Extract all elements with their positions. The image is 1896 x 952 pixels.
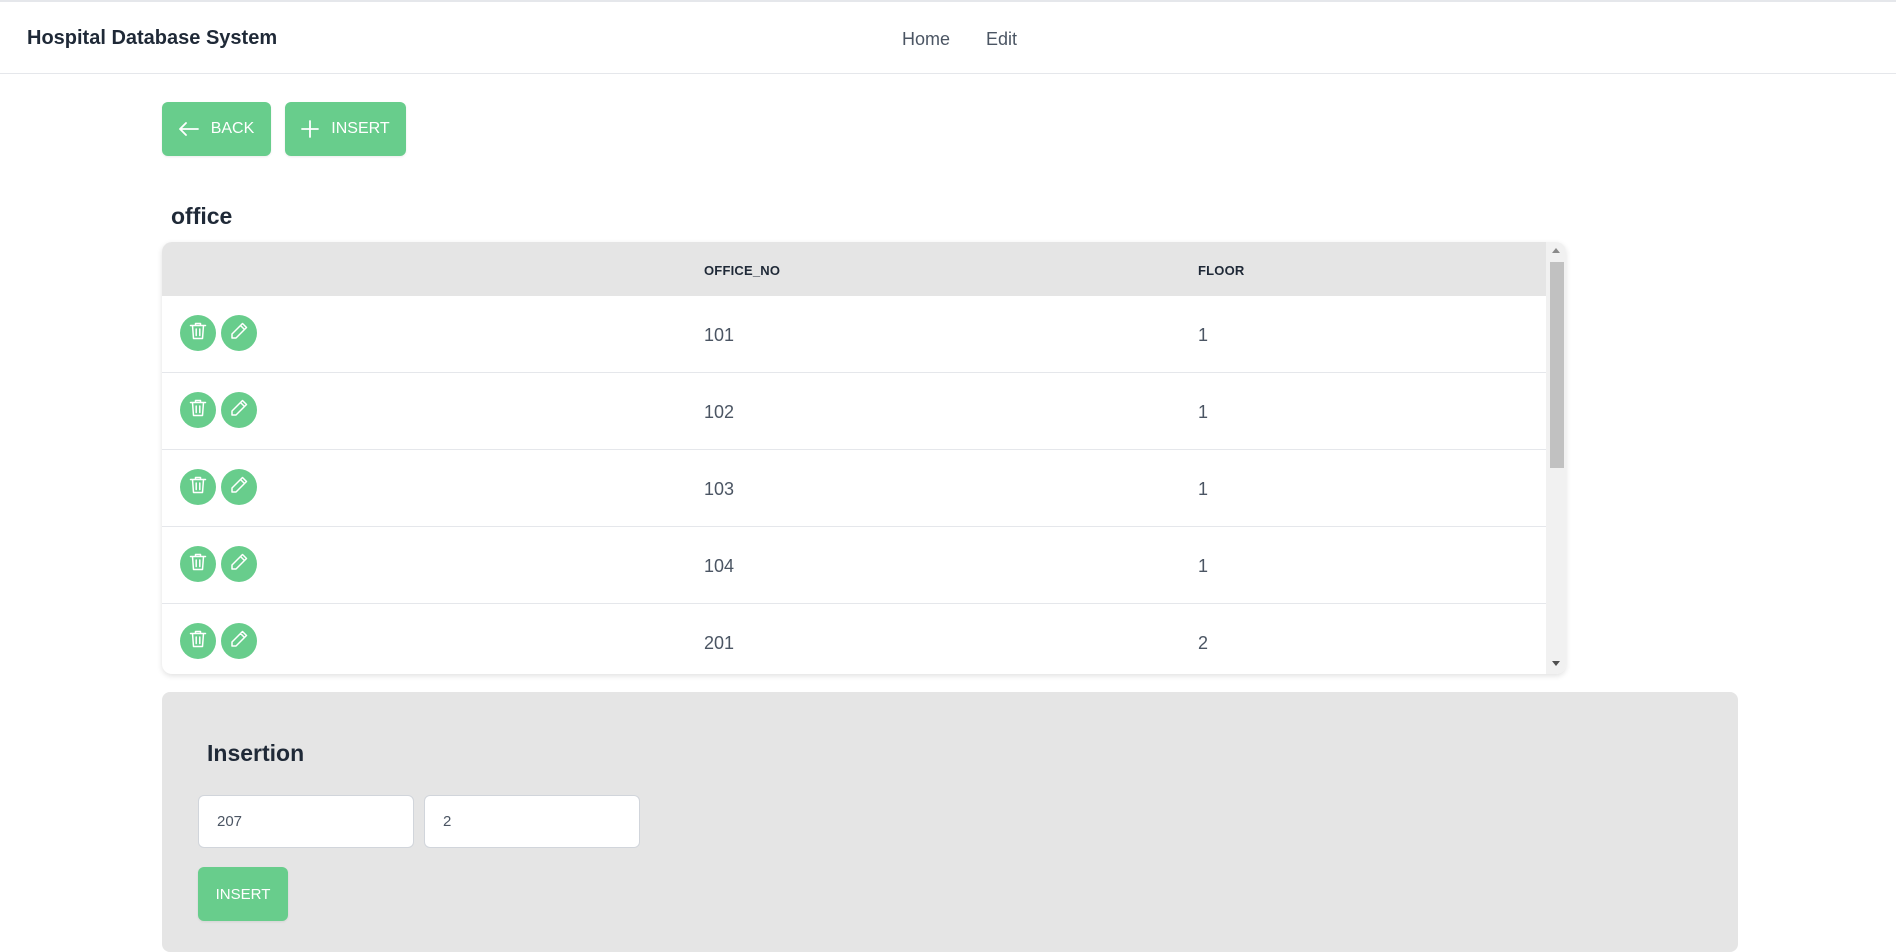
- nav-links: Home Edit: [902, 29, 1017, 50]
- table-header: OFFICE_NO FLOOR: [162, 242, 1546, 296]
- cell-office-no: 103: [704, 479, 735, 499]
- insert-button[interactable]: INSERT: [285, 102, 406, 156]
- delete-row-button[interactable]: [180, 315, 216, 351]
- column-header-floor: FLOOR: [1198, 263, 1245, 278]
- cell-floor: 1: [1198, 556, 1209, 576]
- floor-input[interactable]: [424, 795, 640, 848]
- delete-row-button[interactable]: [180, 623, 216, 659]
- pencil-icon: [229, 321, 249, 346]
- scrollbar-thumb[interactable]: [1550, 262, 1564, 468]
- navbar: Hospital Database System Home Edit: [0, 2, 1896, 74]
- table-row: 201 2: [162, 604, 1546, 674]
- pencil-icon: [229, 475, 249, 500]
- office-no-input[interactable]: [198, 795, 414, 848]
- table-scrollbar[interactable]: [1546, 242, 1566, 674]
- column-header-office-no: OFFICE_NO: [704, 263, 781, 278]
- delete-row-button[interactable]: [180, 546, 216, 582]
- nav-home-link[interactable]: Home: [902, 29, 950, 50]
- cell-floor: 2: [1198, 633, 1209, 653]
- cell-floor: 1: [1198, 325, 1209, 345]
- cell-floor: 1: [1198, 479, 1209, 499]
- edit-row-button[interactable]: [221, 469, 257, 505]
- insert-button-label: INSERT: [331, 120, 390, 137]
- trash-icon: [189, 552, 207, 577]
- insertion-panel: Insertion INSERT: [162, 692, 1738, 952]
- cell-office-no: 101: [704, 325, 735, 345]
- office-table: OFFICE_NO FLOOR 101 1 102 1 103 1 104 1 …: [162, 242, 1566, 674]
- insert-submit-button[interactable]: INSERT: [198, 867, 288, 921]
- cell-office-no: 104: [704, 556, 735, 576]
- cell-office-no: 102: [704, 402, 735, 422]
- edit-row-button[interactable]: [221, 546, 257, 582]
- scroll-up-arrow-icon[interactable]: [1552, 248, 1560, 253]
- edit-row-button[interactable]: [221, 623, 257, 659]
- back-button[interactable]: BACK: [162, 102, 271, 156]
- pencil-icon: [229, 398, 249, 423]
- pencil-icon: [229, 629, 249, 654]
- delete-row-button[interactable]: [180, 392, 216, 428]
- trash-icon: [189, 475, 207, 500]
- cell-floor: 1: [1198, 402, 1209, 422]
- nav-edit-link[interactable]: Edit: [986, 29, 1017, 50]
- table-row: 103 1: [162, 450, 1546, 527]
- back-button-label: BACK: [210, 120, 255, 137]
- trash-icon: [189, 629, 207, 654]
- edit-row-button[interactable]: [221, 392, 257, 428]
- insertion-title: Insertion: [207, 740, 305, 766]
- pencil-icon: [229, 552, 249, 577]
- arrow-left-icon: [178, 122, 199, 136]
- edit-row-button[interactable]: [221, 315, 257, 351]
- delete-row-button[interactable]: [180, 469, 216, 505]
- table-row: 101 1: [162, 296, 1546, 373]
- table-body: 101 1 102 1 103 1 104 1 201 2: [162, 296, 1546, 674]
- trash-icon: [189, 398, 207, 423]
- cell-office-no: 201: [704, 633, 735, 653]
- table-title: office: [171, 203, 233, 229]
- app-title: Hospital Database System: [27, 27, 278, 49]
- plus-icon: [301, 120, 320, 138]
- trash-icon: [189, 321, 207, 346]
- table-row: 104 1: [162, 527, 1546, 604]
- scroll-down-arrow-icon[interactable]: [1552, 661, 1560, 666]
- table-row: 102 1: [162, 373, 1546, 450]
